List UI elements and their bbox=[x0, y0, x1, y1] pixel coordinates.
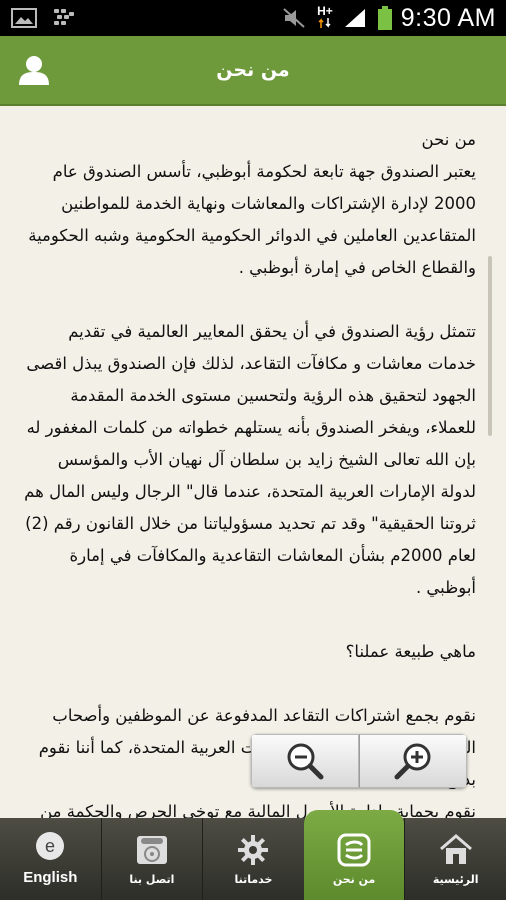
about-logo-icon bbox=[336, 833, 372, 867]
zoom-in-icon bbox=[394, 743, 431, 780]
status-time: 9:30 AM bbox=[400, 3, 496, 32]
status-bar: H+ 9:30 AM bbox=[0, 0, 506, 36]
bottom-tab-bar: e English اتصل بنا خدماتنا من نحن الرئيس… bbox=[0, 810, 506, 900]
english-icon: e bbox=[32, 829, 68, 863]
gear-icon bbox=[235, 833, 271, 867]
paragraph-vision: تتمثل رؤية الصندوق في أن يحقق المعايير ا… bbox=[24, 322, 476, 597]
tab-about[interactable]: من نحن bbox=[303, 810, 405, 900]
bbm-icon bbox=[50, 6, 78, 30]
battery-icon bbox=[377, 6, 393, 30]
scrollbar[interactable] bbox=[488, 256, 492, 436]
page-title: من نحن bbox=[216, 59, 290, 81]
network-indicator: H+ bbox=[317, 3, 333, 31]
tab-contact[interactable]: اتصل بنا bbox=[100, 818, 203, 900]
zoom-out-icon bbox=[287, 743, 324, 780]
zoom-out-button[interactable] bbox=[251, 734, 359, 788]
network-type: H+ bbox=[317, 3, 333, 18]
about-text: من نحن يعتبر الصندوق جهة تابعة لحكومة أب… bbox=[20, 124, 476, 818]
tab-label: English bbox=[23, 869, 78, 886]
tab-label: من نحن bbox=[332, 873, 376, 886]
tab-label: الرئيسية bbox=[432, 873, 479, 886]
svg-text:e: e bbox=[45, 836, 55, 856]
zoom-control bbox=[251, 734, 467, 788]
content-area[interactable]: من نحن يعتبر الصندوق جهة تابعة لحكومة أب… bbox=[0, 106, 506, 818]
zoom-in-button[interactable] bbox=[359, 734, 467, 788]
paragraph-heading-work: ماهي طبيعة عملنا؟ bbox=[345, 642, 476, 661]
app-header: من نحن bbox=[0, 36, 506, 106]
user-icon[interactable] bbox=[16, 54, 52, 86]
tab-label: خدماتنا bbox=[234, 873, 273, 886]
tab-english[interactable]: e English bbox=[0, 818, 101, 900]
home-icon bbox=[438, 833, 474, 867]
network-icon bbox=[318, 17, 331, 28]
paragraph-intro: من نحن يعتبر الصندوق جهة تابعة لحكومة أب… bbox=[28, 130, 476, 277]
tab-label: اتصل بنا bbox=[129, 873, 175, 886]
image-icon bbox=[10, 6, 38, 30]
signal-icon bbox=[341, 6, 369, 30]
tab-home[interactable]: الرئيسية bbox=[404, 818, 506, 900]
phone-icon bbox=[134, 833, 170, 867]
mute-icon bbox=[281, 6, 309, 30]
tab-services[interactable]: خدماتنا bbox=[202, 818, 304, 900]
